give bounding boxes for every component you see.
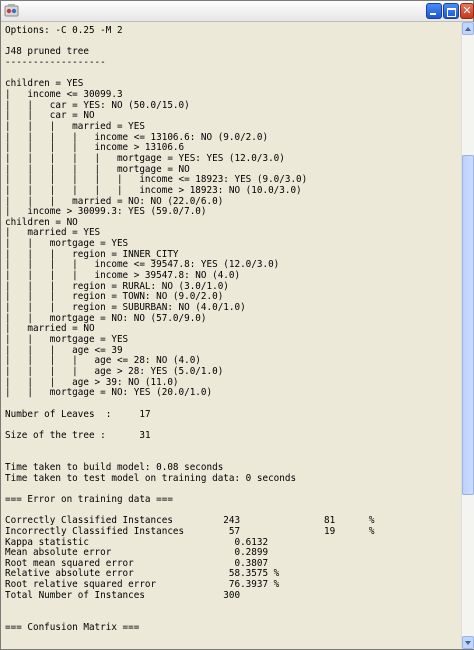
output-line: J48 pruned tree (5, 46, 89, 58)
scroll-up-arrow-icon (465, 27, 471, 31)
output-line: | | | | age > 28: YES (5.0/1.0) (5, 366, 224, 377)
output-line: Size of the tree : 31 (5, 429, 151, 441)
output-line: | | | married = NO: NO (22.0/6.0) (5, 195, 224, 207)
output-line: | | | | | mortgage = NO (5, 163, 190, 175)
classifier-output-window: ✕ Options: -C 0.25 -M 2 J48 pruned tree … (0, 0, 474, 650)
output-line: === Confusion Matrix === (5, 621, 140, 633)
output-line: Kappa statistic 0.6132 (5, 536, 269, 548)
scroll-down-button[interactable] (462, 636, 474, 649)
output-line: Total Number of Instances 300 (5, 589, 241, 601)
output-line: | | | | income > 39547.8: NO (4.0) (5, 270, 241, 282)
output-line: children = NO (5, 216, 78, 228)
app-icon (4, 4, 19, 17)
output-line: Correctly Classified Instances 243 81 % (5, 515, 375, 527)
output-line: | | car = NO (5, 110, 95, 122)
maximize-button[interactable] (443, 3, 459, 19)
minimize-icon (430, 13, 436, 15)
output-text-area[interactable]: Options: -C 0.25 -M 2 J48 pruned tree --… (3, 22, 461, 649)
minimize-button[interactable] (426, 3, 442, 19)
close-icon: ✕ (462, 4, 472, 17)
output-line: ------------------ (5, 56, 106, 68)
output-line: | | | married = YES (5, 120, 145, 132)
output-line: | | | | income > 13106.6 (5, 142, 185, 154)
close-button[interactable]: ✕ (460, 3, 474, 19)
output-line: === Error on training data === (5, 493, 173, 505)
output-line: Time taken to test model on training dat… (5, 472, 297, 484)
output-line: | | | | | | income <= 18923: YES (9.0/3.… (5, 174, 308, 186)
output-line: Time taken to build model: 0.08 seconds (5, 461, 224, 473)
output-line: | | | | | | income > 18923: NO (10.0/3.0… (5, 184, 302, 196)
output-line: | married = NO (5, 323, 95, 335)
output-line: | | mortgage = YES (5, 238, 129, 250)
output-line: | married = YES (5, 227, 101, 239)
output-line: Incorrectly Classified Instances 57 19 % (5, 525, 375, 537)
output-line: | | | | | mortgage = YES: YES (12.0/3.0) (5, 152, 285, 164)
output-line: | | | region = RURAL: NO (3.0/1.0) (5, 280, 229, 292)
output-line: | | | | income <= 39547.8: YES (12.0/3.0… (5, 259, 280, 271)
output-line: | | car = YES: NO (50.0/15.0) (5, 99, 190, 111)
vertical-scrollbar[interactable] (461, 22, 474, 649)
scroll-up-button[interactable] (462, 22, 474, 35)
output-line: Number of Leaves : 17 (5, 408, 151, 420)
scroll-thumb[interactable] (462, 155, 474, 495)
output-line: Relative absolute error 58.3575 % (5, 568, 280, 580)
output-line: | | | region = INNER_CITY (5, 248, 179, 260)
output-line: Options: -C 0.25 -M 2 (5, 25, 123, 36)
output-line: | | | age <= 39 (5, 344, 123, 356)
classifier-output-text: Options: -C 0.25 -M 2 J48 pruned tree --… (3, 22, 461, 633)
maximize-icon (446, 8, 456, 17)
output-line: Root relative squared error 76.3937 % (5, 579, 280, 591)
output-line: | income > 30099.3: YES (59.0/7.0) (5, 206, 207, 218)
output-line: | | mortgage = YES (5, 334, 129, 346)
output-line: | | | age > 39: NO (11.0) (5, 376, 179, 388)
title-bar[interactable]: ✕ (1, 1, 474, 22)
scroll-down-arrow-icon (465, 641, 471, 645)
output-line: Root mean squared error 0.3807 (5, 557, 269, 569)
output-line: | | | region = TOWN: NO (9.0/2.0) (5, 291, 224, 303)
output-line: | | | | age <= 28: NO (4.0) (5, 355, 201, 367)
output-line: | | mortgage = NO: NO (57.0/9.0) (5, 312, 207, 324)
output-line: Mean absolute error 0.2899 (5, 547, 269, 559)
output-line: | | mortgage = NO: YES (20.0/1.0) (5, 387, 213, 399)
output-line: | | | | income <= 13106.6: NO (9.0/2.0) (5, 131, 269, 143)
output-line: | income <= 30099.3 (5, 88, 123, 100)
output-line: children = YES (5, 78, 84, 90)
output-line: | | | region = SUBURBAN: NO (4.0/1.0) (5, 302, 246, 314)
